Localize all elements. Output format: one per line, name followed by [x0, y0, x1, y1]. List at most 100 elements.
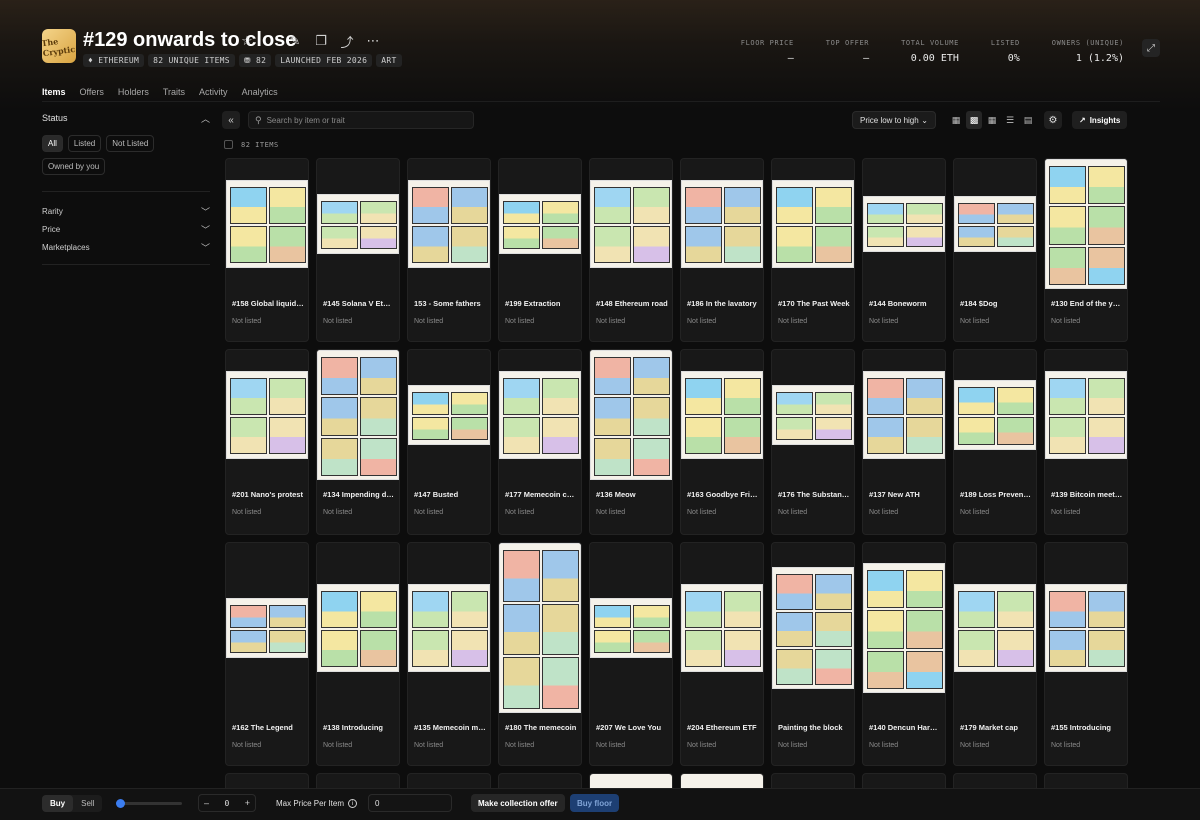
nft-card[interactable]: #147 Busted Not listed	[407, 349, 491, 535]
nft-thumbnail[interactable]	[499, 159, 581, 289]
nft-card[interactable]: #145 Solana V Ethereum Not listed	[316, 158, 400, 342]
nft-thumbnail[interactable]	[1045, 543, 1127, 713]
settings-gear-icon[interactable]: ⚙	[1044, 111, 1062, 129]
nft-card[interactable]: #186 In the lavatory Not listed	[680, 158, 764, 342]
price-section[interactable]: Price ﹀	[42, 220, 210, 238]
nft-card[interactable]: #189 Loss Prevention Not listed	[953, 349, 1037, 535]
nft-thumbnail[interactable]	[681, 543, 763, 713]
expand-icon[interactable]: ⤢	[1142, 39, 1160, 57]
filter-not-listed[interactable]: Not Listed	[106, 135, 155, 152]
nft-thumbnail[interactable]	[954, 543, 1036, 713]
tab-analytics[interactable]: Analytics	[242, 87, 278, 102]
nft-card[interactable]: #177 Memecoin craze Not listed	[498, 349, 582, 535]
tab-offers[interactable]: Offers	[80, 87, 104, 102]
make-collection-offer-button[interactable]: Make collection offer	[471, 794, 565, 812]
nft-card[interactable]: #163 Goodbye Friend Not listed	[680, 349, 764, 535]
nft-card[interactable]: #207 We Love You Not listed	[589, 542, 673, 766]
collapse-sidebar-icon[interactable]: «	[222, 111, 240, 129]
tab-traits[interactable]: Traits	[163, 87, 185, 102]
nft-thumbnail[interactable]	[317, 350, 399, 480]
nft-card[interactable]: #180 The memecoin Not listed	[498, 542, 582, 766]
share-icon[interactable]: ⤴	[338, 32, 356, 50]
status-section-header[interactable]: Status ︿	[42, 112, 210, 124]
nft-card[interactable]: #201 Nano's protest Not listed	[225, 349, 309, 535]
max-price-input[interactable]: 0	[368, 794, 452, 812]
insights-button[interactable]: ↗ Insights	[1072, 111, 1128, 129]
filter-all[interactable]: All	[42, 135, 63, 152]
nft-thumbnail[interactable]	[408, 543, 490, 713]
nft-card[interactable]: #158 Global liquidity Not listed	[225, 158, 309, 342]
nft-thumbnail[interactable]	[954, 350, 1036, 480]
search-input[interactable]	[266, 115, 467, 125]
nft-card[interactable]: #184 $Dog Not listed	[953, 158, 1037, 342]
edit-icon[interactable]: ✎	[286, 32, 304, 50]
nft-thumbnail[interactable]	[954, 159, 1036, 289]
tab-holders[interactable]: Holders	[118, 87, 149, 102]
star-icon[interactable]: ☆	[238, 32, 256, 50]
tab-activity[interactable]: Activity	[199, 87, 228, 102]
nft-thumbnail[interactable]	[590, 159, 672, 289]
nft-thumbnail[interactable]	[317, 543, 399, 713]
nft-thumbnail[interactable]	[1045, 350, 1127, 480]
buy-toggle[interactable]: Buy	[42, 795, 74, 812]
sell-toggle[interactable]: Sell	[73, 795, 102, 812]
nft-thumbnail[interactable]	[499, 350, 581, 480]
nft-card[interactable]: #199 Extraction Not listed	[498, 158, 582, 342]
slider-knob[interactable]	[116, 799, 125, 808]
quantity-slider[interactable]	[116, 799, 182, 808]
nft-card[interactable]: #134 Impending doom Not listed	[316, 349, 400, 535]
rarity-section[interactable]: Rarity ﹀	[42, 202, 210, 220]
nft-thumbnail[interactable]	[681, 350, 763, 480]
nft-thumbnail[interactable]	[590, 350, 672, 480]
filter-listed[interactable]: Listed	[67, 135, 102, 152]
nft-thumbnail[interactable]	[408, 159, 490, 289]
nft-thumbnail[interactable]	[863, 543, 945, 713]
tab-items[interactable]: Items	[42, 87, 66, 102]
nft-card[interactable]: #140 Dencun Hardfork Not listed	[862, 542, 946, 766]
nft-card[interactable]: #135 Memecoin mania Not listed	[407, 542, 491, 766]
nft-thumbnail[interactable]	[863, 159, 945, 289]
nft-card[interactable]: #136 Meow Not listed	[589, 349, 673, 535]
nft-card[interactable]: #138 Introducing Not listed	[316, 542, 400, 766]
info-icon[interactable]: i	[348, 799, 358, 808]
quantity-value[interactable]: 0	[224, 799, 229, 808]
nft-thumbnail[interactable]	[772, 350, 854, 480]
nft-thumbnail[interactable]	[317, 159, 399, 289]
more-icon[interactable]: ⋯	[364, 32, 382, 50]
grid-large-view-icon[interactable]: ▦	[948, 111, 964, 129]
nft-card[interactable]: #137 New ATH Not listed	[862, 349, 946, 535]
grid-view-icon[interactable]: ▩	[966, 111, 982, 129]
nft-thumbnail[interactable]	[681, 159, 763, 289]
nft-thumbnail[interactable]	[226, 350, 308, 480]
sort-dropdown[interactable]: Price low to high ⌄	[852, 111, 936, 129]
nft-thumbnail[interactable]	[408, 350, 490, 480]
buy-floor-button[interactable]: Buy floor	[570, 794, 620, 812]
nft-thumbnail[interactable]	[226, 159, 308, 289]
nft-card[interactable]: #144 Boneworm Not listed	[862, 158, 946, 342]
nft-thumbnail[interactable]	[499, 543, 581, 713]
filter-owned-by-you[interactable]: Owned by you	[42, 158, 106, 175]
grid-small-view-icon[interactable]: ▦	[984, 111, 1000, 129]
nft-card[interactable]: #170 The Past Week Not listed	[771, 158, 855, 342]
nft-card[interactable]: #204 Ethereum ETF Not listed	[680, 542, 764, 766]
plus-icon[interactable]: +	[245, 798, 250, 808]
nft-thumbnail[interactable]	[772, 543, 854, 713]
nft-thumbnail[interactable]	[772, 159, 854, 289]
nft-card[interactable]: Painting the block Not listed	[771, 542, 855, 766]
table-view-icon[interactable]: ☰	[1002, 111, 1018, 129]
nft-card[interactable]: #162 The Legend Not listed	[225, 542, 309, 766]
copy-icon[interactable]: ❐	[312, 32, 330, 50]
nft-card[interactable]: #148 Ethereum road Not listed	[589, 158, 673, 342]
nft-thumbnail[interactable]	[1045, 159, 1127, 289]
nft-card[interactable]: #176 The Substance Not listed	[771, 349, 855, 535]
nft-card[interactable]: #139 Bitcoin meetup Not listed	[1044, 349, 1128, 535]
list-view-icon[interactable]: ▤	[1020, 111, 1036, 129]
marketplaces-section[interactable]: Marketplaces ﹀	[42, 238, 210, 256]
nft-thumbnail[interactable]	[863, 350, 945, 480]
select-all-checkbox[interactable]	[224, 140, 233, 149]
nft-thumbnail[interactable]	[226, 543, 308, 713]
minus-icon[interactable]: –	[204, 798, 209, 808]
nft-card[interactable]: 153 - Some fathers Not listed	[407, 158, 491, 342]
nft-thumbnail[interactable]	[590, 543, 672, 713]
nft-card[interactable]: #155 Introducing Not listed	[1044, 542, 1128, 766]
